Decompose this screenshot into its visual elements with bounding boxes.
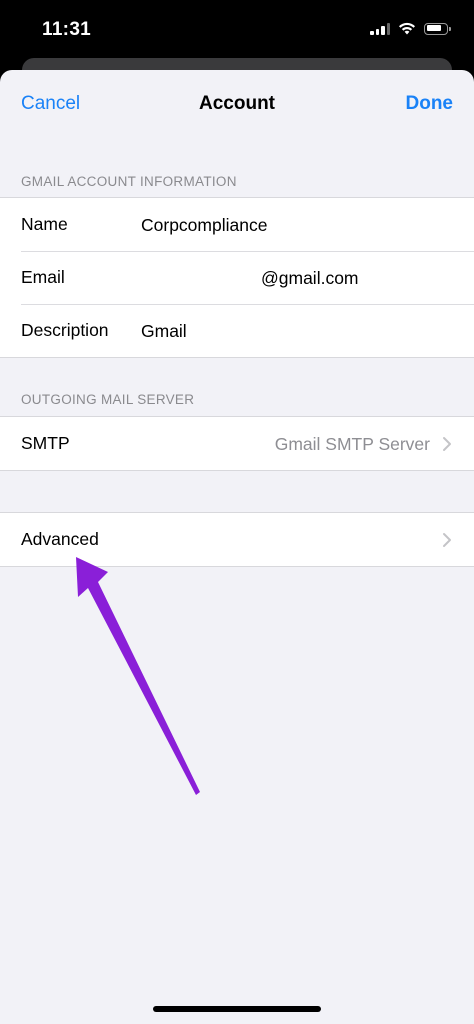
name-label: Name: [21, 214, 68, 234]
advanced-label: Advanced: [21, 529, 99, 549]
status-time: 11:31: [42, 19, 92, 40]
status-icons: [370, 22, 451, 35]
page-title: Account: [199, 93, 275, 114]
section-header-outgoing: OUTGOING MAIL SERVER: [21, 392, 195, 407]
wifi-icon: [399, 22, 415, 35]
cellular-signal-icon: [370, 22, 390, 35]
smtp-value: Gmail SMTP Server: [274, 434, 430, 454]
name-field[interactable]: Corpcompliance: [141, 215, 267, 236]
screen: 11:31 Cancel Account Done GMAIL ACCOUNT …: [0, 0, 474, 1024]
description-row[interactable]: Description Gmail: [0, 304, 474, 357]
email-row[interactable]: Email @gmail.com: [0, 251, 474, 304]
done-button[interactable]: Done: [406, 93, 454, 115]
account-info-group: Name Corpcompliance Email @gmail.com Des…: [0, 197, 474, 358]
description-field[interactable]: Gmail: [141, 321, 187, 342]
email-label: Email: [21, 267, 65, 287]
battery-icon: [424, 22, 451, 35]
advanced-row[interactable]: Advanced: [0, 513, 474, 566]
status-bar: 11:31: [0, 0, 474, 62]
description-label: Description: [21, 320, 109, 340]
account-sheet: Cancel Account Done GMAIL ACCOUNT INFORM…: [0, 70, 474, 1024]
section-header-account: GMAIL ACCOUNT INFORMATION: [21, 174, 237, 189]
name-row[interactable]: Name Corpcompliance: [0, 198, 474, 251]
chevron-right-icon: [443, 533, 451, 547]
chevron-right-icon: [443, 437, 451, 451]
email-field[interactable]: @gmail.com: [261, 268, 359, 289]
advanced-group: Advanced: [0, 512, 474, 567]
navigation-bar: Cancel Account Done: [0, 70, 474, 140]
smtp-row[interactable]: SMTP Gmail SMTP Server: [0, 417, 474, 470]
smtp-label: SMTP: [21, 433, 70, 453]
outgoing-server-group: SMTP Gmail SMTP Server: [0, 416, 474, 471]
home-indicator: [153, 1006, 321, 1012]
